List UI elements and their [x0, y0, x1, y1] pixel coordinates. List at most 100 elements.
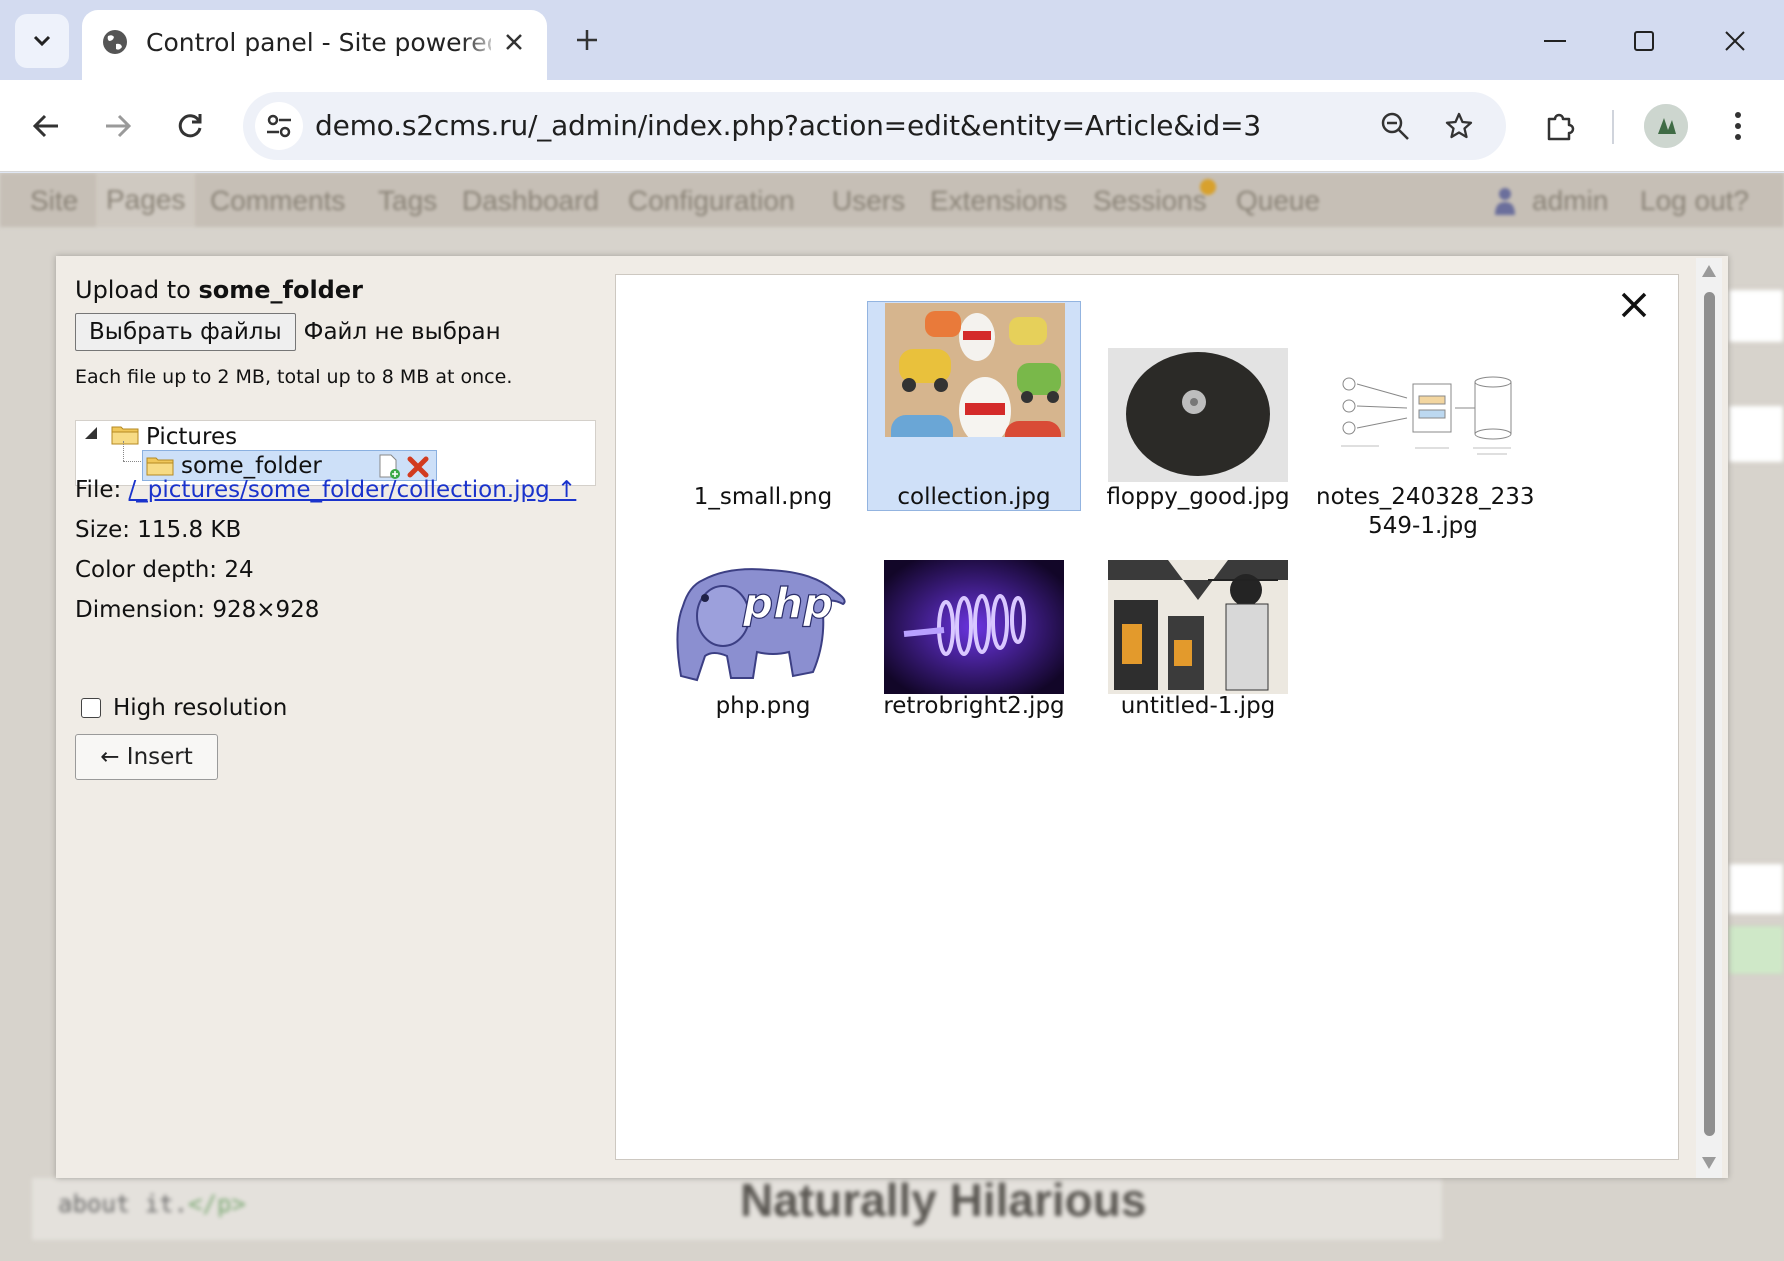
- insert-button[interactable]: ← Insert: [75, 734, 218, 780]
- nav-sessions[interactable]: Sessions: [1093, 185, 1207, 217]
- address-bar[interactable]: demo.s2cms.ru/_admin/index.php?action=ed…: [243, 92, 1506, 160]
- scroll-up-icon[interactable]: [1701, 264, 1717, 278]
- nav-configuration[interactable]: Configuration: [628, 185, 795, 217]
- zoom-button[interactable]: [1373, 104, 1417, 148]
- user-icon: [1494, 187, 1516, 215]
- file-name: untitled-1.jpg: [1120, 693, 1276, 719]
- scroll-down-icon[interactable]: [1701, 1156, 1717, 1170]
- arrow-left-icon: [32, 114, 58, 138]
- site-info-button[interactable]: [255, 102, 303, 150]
- tab-search-button[interactable]: [15, 14, 69, 68]
- browser-menu-button[interactable]: [1714, 102, 1762, 150]
- chevron-down-icon: [33, 35, 51, 47]
- tree-connector: [123, 441, 124, 461]
- high-resolution-checkbox[interactable]: [81, 698, 101, 718]
- maximize-icon: [1634, 31, 1654, 51]
- back-button[interactable]: [22, 102, 70, 150]
- scrollbar-thumb[interactable]: [1704, 292, 1715, 1136]
- tree-collapse-icon[interactable]: [83, 425, 99, 441]
- illustration-image: [1108, 560, 1288, 694]
- globe-icon: [103, 30, 127, 54]
- file-size: Size: 115.8 KB: [75, 517, 242, 543]
- purple-glow-image: [884, 560, 1064, 694]
- extensions-button[interactable]: [1536, 102, 1584, 150]
- upload-limit-note: Each file up to 2 MB, total up to 8 MB a…: [75, 366, 513, 388]
- nav-extensions[interactable]: Extensions: [930, 185, 1067, 217]
- bg-input: [1728, 863, 1784, 915]
- file-thumbnail: [1333, 348, 1513, 482]
- file-tile[interactable]: 1_small.png: [656, 302, 870, 512]
- nav-tags[interactable]: Tags: [378, 185, 437, 217]
- minimize-button[interactable]: [1530, 18, 1580, 64]
- maximize-button[interactable]: [1619, 18, 1669, 64]
- file-name: 1_small.png: [693, 484, 833, 510]
- nav-logout[interactable]: Log out?: [1640, 185, 1749, 217]
- choose-status: Файл не выбран: [303, 319, 501, 345]
- close-icon: [506, 34, 522, 50]
- nav-comments[interactable]: Comments: [210, 185, 345, 217]
- browser-toolbar: demo.s2cms.ru/_admin/index.php?action=ed…: [0, 80, 1784, 172]
- tree-connector: [123, 461, 141, 462]
- admin-nav-bar: Site Pages Comments Tags Dashboard Confi…: [0, 173, 1784, 227]
- nav-pages[interactable]: Pages: [96, 173, 196, 227]
- nav-dashboard[interactable]: Dashboard: [462, 185, 599, 217]
- file-thumbnail: [885, 303, 1065, 437]
- nav-site[interactable]: Site: [30, 185, 78, 217]
- delete-icon: [407, 456, 429, 478]
- dialog-close-button[interactable]: [1616, 287, 1652, 323]
- bg-code-snippet: about it.</p>: [58, 1190, 246, 1218]
- dialog-scrollbar[interactable]: [1696, 258, 1722, 1178]
- file-thumbnail: [884, 560, 1064, 694]
- tune-icon: [267, 114, 291, 138]
- window-close-button[interactable]: [1710, 18, 1760, 64]
- sessions-badge: [1200, 179, 1216, 195]
- profile-avatar[interactable]: [1644, 104, 1688, 148]
- forward-button[interactable]: [94, 102, 142, 150]
- bookmark-button[interactable]: [1437, 104, 1481, 148]
- file-name: notes_240328_233 549-1.jpg: [1316, 484, 1535, 539]
- nav-user[interactable]: admin: [1532, 185, 1608, 217]
- choose-files-button[interactable]: Выбрать файлы: [75, 313, 296, 351]
- file-tile[interactable]: untitled-1.jpg: [1091, 560, 1305, 720]
- close-icon: [1725, 31, 1745, 51]
- bg-input: [1728, 289, 1784, 343]
- file-color-depth: Color depth: 24: [75, 557, 254, 583]
- new-tab-button[interactable]: [565, 18, 609, 62]
- toy-cars-image: [885, 303, 1065, 437]
- browser-tab[interactable]: Control panel - Site powered by: [82, 10, 547, 80]
- file-dimension: Dimension: 928×928: [75, 597, 320, 623]
- svg-text:php: php: [742, 579, 833, 628]
- file-thumbnail: php: [673, 560, 853, 694]
- file-path: File: /_pictures/some_folder/collection.…: [75, 477, 577, 503]
- puzzle-icon: [1547, 113, 1575, 141]
- avatar-icon: [1644, 104, 1688, 148]
- file-tile[interactable]: php php.png: [656, 560, 870, 720]
- bg-input: [1728, 405, 1784, 463]
- file-link[interactable]: /_pictures/some_folder/collection.jpg ↑: [129, 477, 577, 503]
- file-chooser: Выбрать файлы Файл не выбран: [75, 313, 501, 351]
- file-tile-selected[interactable]: collection.jpg: [867, 301, 1081, 511]
- tab-close-button[interactable]: [496, 24, 532, 60]
- reload-button[interactable]: [166, 102, 214, 150]
- file-manager-dialog: Upload to some_folder Выбрать файлы Файл…: [56, 256, 1728, 1178]
- upload-title: Upload to some_folder: [75, 276, 363, 304]
- high-resolution-option[interactable]: High resolution: [81, 695, 287, 721]
- file-grid: 1_small.png collection.jpg floppy_good.j…: [615, 274, 1679, 1160]
- high-resolution-label: High resolution: [113, 695, 288, 721]
- file-tile[interactable]: notes_240328_233 549-1.jpg: [1316, 302, 1535, 542]
- plus-icon: [577, 30, 597, 50]
- file-thumbnail: [1108, 560, 1288, 694]
- file-name: retrobright2.jpg: [883, 693, 1065, 719]
- tree-node-label: some_folder: [181, 453, 322, 479]
- close-icon: [1621, 292, 1647, 318]
- tab-title: Control panel - Site powered by: [146, 28, 491, 57]
- nav-users[interactable]: Users: [832, 185, 905, 217]
- file-tile[interactable]: retrobright2.jpg: [867, 560, 1081, 720]
- tree-root-label[interactable]: Pictures: [146, 424, 237, 450]
- file-tile[interactable]: floppy_good.jpg: [1091, 302, 1305, 512]
- floppy-disk-image: [1108, 348, 1288, 482]
- file-name: collection.jpg: [897, 484, 1051, 510]
- zoom-out-icon: [1381, 112, 1409, 140]
- nav-queue[interactable]: Queue: [1236, 185, 1320, 217]
- more-vert-icon: [1735, 112, 1741, 140]
